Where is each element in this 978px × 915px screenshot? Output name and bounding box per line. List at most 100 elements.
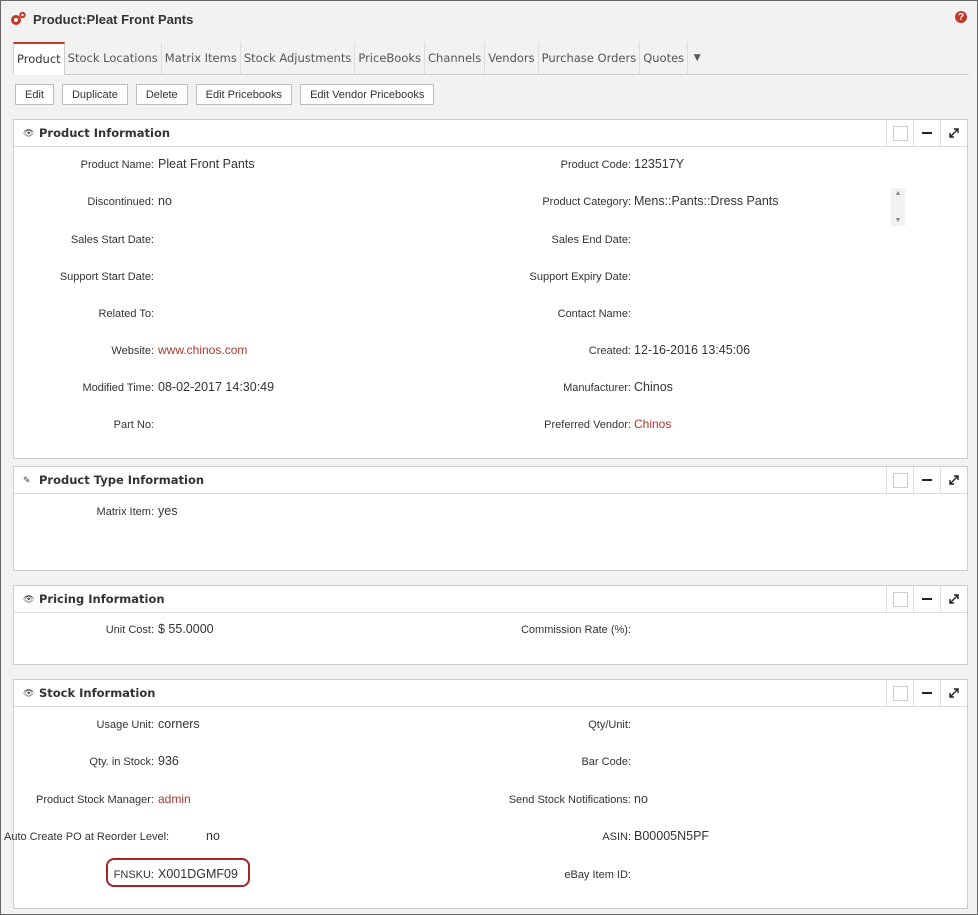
collapse-icon[interactable] — [913, 586, 940, 612]
tab-more-dropdown-icon[interactable]: ▼ — [688, 42, 706, 74]
commission-rate-label: Commission Rate (%): — [520, 624, 631, 636]
modified-time-value: 08-02-2017 14:30:49 — [158, 380, 275, 394]
scroll-up-icon[interactable]: ▲ — [895, 190, 902, 197]
app-window: Product:Pleat Front Pants ? Product Stoc… — [0, 0, 978, 915]
tab-product[interactable]: Product — [13, 42, 65, 75]
manufacturer-label: Manufacturer: — [563, 382, 631, 394]
qty-in-stock-value: 936 — [158, 754, 179, 768]
edit-icon: ✎ — [23, 474, 31, 485]
preferred-vendor-link[interactable]: Chinos — [634, 417, 671, 431]
expand-icon[interactable] — [940, 120, 967, 146]
panel-title: Product Type Information — [39, 473, 205, 487]
fnsku-value: X001DGMF09 — [158, 867, 238, 881]
category-scrollbar[interactable]: ▲ ▼ — [891, 188, 905, 226]
panel-select-checkbox[interactable] — [886, 467, 913, 493]
usage-unit-value: corners — [158, 717, 200, 731]
qty-unit-label: Qty/Unit: — [588, 719, 631, 731]
field-row: Usage Unit: corners Qty/Unit: — [14, 716, 967, 736]
product-information-panel: 👁 Product Information Product Name: Plea… — [13, 119, 968, 459]
eye-icon: 👁 — [23, 687, 35, 698]
tab-quotes[interactable]: Quotes — [640, 42, 689, 74]
field-row: Discontinued: no Product Category: Mens:… — [14, 193, 967, 213]
send-notifications-value: no — [634, 792, 648, 806]
eye-icon: 👁 — [23, 127, 35, 138]
tab-stock-adjustments[interactable]: Stock Adjustments — [241, 42, 356, 74]
panel-title: Product Information — [39, 126, 171, 140]
tab-bar: Product Stock Locations Matrix Items Sto… — [13, 42, 969, 75]
field-row: Auto Create PO at Reorder Level: no ASIN… — [4, 828, 967, 848]
field-row: Product Name: Pleat Front Pants Product … — [14, 156, 967, 176]
panel-select-checkbox[interactable] — [886, 120, 913, 146]
panel-title: Stock Information — [39, 686, 156, 700]
website-label: Website: — [111, 345, 154, 357]
asin-label: ASIN: — [602, 831, 631, 843]
product-name-label: Product Name: — [80, 159, 154, 171]
gears-icon — [11, 11, 26, 25]
field-row: Website: www.chinos.com Created: 12-16-2… — [14, 342, 967, 362]
stock-manager-link[interactable]: admin — [158, 792, 191, 806]
collapse-icon[interactable] — [913, 467, 940, 493]
sales-start-date-label: Sales Start Date: — [70, 234, 154, 246]
matrix-item-value: yes — [158, 504, 178, 518]
tab-pricebooks[interactable]: PriceBooks — [355, 42, 426, 74]
contact-name-label: Contact Name: — [557, 308, 631, 320]
field-row: Related To: Contact Name: — [14, 305, 967, 325]
panel-header: 👁 Product Information — [14, 120, 967, 147]
preferred-vendor-label: Preferred Vendor: — [544, 419, 631, 431]
duplicate-button[interactable]: Duplicate — [61, 84, 128, 105]
asin-value: B00005N5PF — [634, 829, 710, 843]
field-row: FNSKU: X001DGMF09 eBay Item ID: — [14, 866, 967, 886]
website-link[interactable]: www.chinos.com — [158, 343, 247, 357]
field-row: Sales Start Date: Sales End Date: — [14, 231, 967, 251]
tab-channels[interactable]: Channels — [425, 42, 486, 74]
field-row: Part No: Preferred Vendor: Chinos — [14, 416, 967, 436]
expand-icon[interactable] — [940, 467, 967, 493]
collapse-icon[interactable] — [913, 120, 940, 146]
unit-cost-value: $ 55.0000 — [158, 622, 214, 636]
bar-code-label: Bar Code: — [581, 756, 631, 768]
tab-purchase-orders[interactable]: Purchase Orders — [539, 42, 641, 74]
product-category-label: Product Category: — [542, 196, 631, 208]
title-bar: Product:Pleat Front Pants — [9, 7, 193, 31]
qty-in-stock-label: Qty. in Stock: — [89, 756, 154, 768]
created-value: 12-16-2016 13:45:06 — [634, 343, 751, 357]
ebay-item-id-label: eBay Item ID: — [564, 869, 631, 881]
scroll-down-icon[interactable]: ▼ — [895, 217, 902, 224]
panel-header: 👁 Stock Information — [14, 680, 967, 707]
collapse-icon[interactable] — [913, 680, 940, 706]
panel-header: ✎ Product Type Information — [14, 467, 967, 494]
tab-stock-locations[interactable]: Stock Locations — [65, 42, 162, 74]
help-icon[interactable]: ? — [955, 11, 967, 23]
field-row: Support Start Date: Support Expiry Date: — [14, 268, 967, 288]
stock-manager-label: Product Stock Manager: — [35, 794, 154, 806]
related-to-label: Related To: — [98, 308, 154, 320]
manufacturer-value: Chinos — [634, 380, 673, 394]
panel-select-checkbox[interactable] — [886, 680, 913, 706]
eye-icon: 👁 — [23, 593, 35, 604]
edit-pricebooks-button[interactable]: Edit Pricebooks — [195, 84, 293, 105]
matrix-item-label: Matrix Item: — [96, 506, 154, 518]
product-code-value: 123517Y — [634, 157, 685, 171]
action-toolbar: Edit Duplicate Delete Edit Pricebooks Ed… — [15, 84, 435, 105]
tab-matrix-items[interactable]: Matrix Items — [162, 42, 241, 74]
expand-icon[interactable] — [940, 586, 967, 612]
product-name-value: Pleat Front Pants — [158, 157, 255, 171]
pricing-information-panel: 👁 Pricing Information Unit Cost: $ 55.00… — [13, 585, 968, 665]
product-code-label: Product Code: — [560, 159, 631, 171]
edit-vendor-pricebooks-button[interactable]: Edit Vendor Pricebooks — [300, 84, 435, 105]
auto-create-po-label: Auto Create PO at Reorder Level: — [4, 831, 170, 843]
discontinued-value: no — [158, 194, 172, 208]
delete-button[interactable]: Delete — [135, 84, 188, 105]
part-no-label: Part No: — [113, 419, 154, 431]
panel-select-checkbox[interactable] — [886, 586, 913, 612]
edit-button[interactable]: Edit — [15, 84, 54, 105]
discontinued-label: Discontinued: — [87, 196, 154, 208]
support-start-date-label: Support Start Date: — [59, 271, 154, 283]
panel-header: 👁 Pricing Information — [14, 586, 967, 613]
sales-end-date-label: Sales End Date: — [551, 234, 632, 246]
modified-time-label: Modified Time: — [82, 382, 154, 394]
support-expiry-date-label: Support Expiry Date: — [529, 271, 632, 283]
send-notifications-label: Send Stock Notifications: — [508, 794, 631, 806]
tab-vendors[interactable]: Vendors — [485, 42, 539, 74]
expand-icon[interactable] — [940, 680, 967, 706]
